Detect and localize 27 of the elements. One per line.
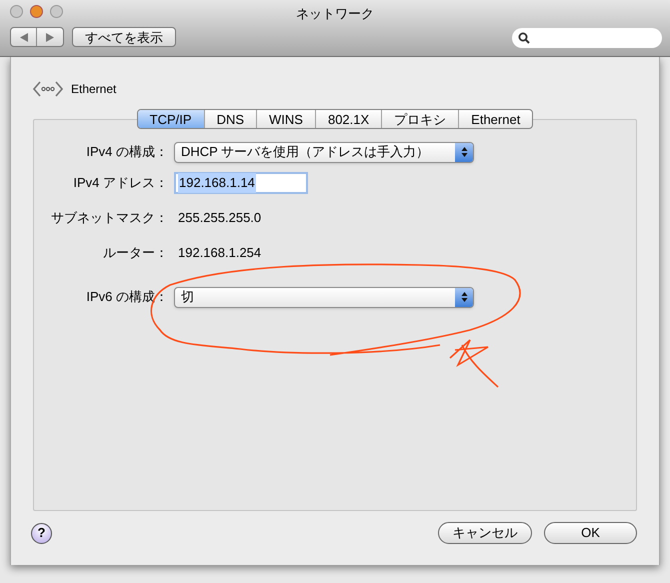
value-text: 255.255.255.0: [177, 209, 262, 228]
search-icon: [518, 32, 530, 44]
ip-address-field[interactable]: 192.168.1.14: [174, 172, 308, 194]
field-label: IPv4 の構成：: [85, 143, 169, 162]
value-text: 192.168.1.254: [177, 244, 262, 262]
field-label: IPv4 アドレス：: [72, 174, 169, 192]
service-name: Ethernet: [71, 81, 116, 98]
network-arrows-icon: [33, 80, 63, 98]
back-forward-buttons[interactable]: [10, 27, 64, 47]
field-label: ルーター：: [102, 244, 169, 262]
window-title: ネットワーク: [296, 6, 374, 21]
tab[interactable]: 802.1X: [314, 110, 382, 128]
tab[interactable]: プロキシ: [381, 110, 458, 128]
tab[interactable]: TCP/IP: [138, 110, 204, 128]
tab[interactable]: Ethernet: [458, 110, 532, 128]
search-field[interactable]: [512, 28, 662, 48]
show-all-button[interactable]: すべてを表示: [72, 27, 176, 47]
cancel-button[interactable]: キャンセル: [438, 522, 532, 544]
popup-button[interactable]: DHCP サーバを使用（アドレスは手入力）: [174, 142, 474, 162]
field-label: サブネットマスク：: [50, 209, 169, 228]
stepper-arrows-icon: [455, 288, 473, 306]
tab[interactable]: WINS: [256, 110, 315, 128]
help-button[interactable]: ?: [31, 522, 52, 544]
tab[interactable]: DNS: [204, 110, 256, 128]
popup-button[interactable]: 切: [174, 286, 474, 308]
ok-button[interactable]: OK: [544, 522, 637, 544]
stepper-arrows-icon: [455, 142, 473, 162]
